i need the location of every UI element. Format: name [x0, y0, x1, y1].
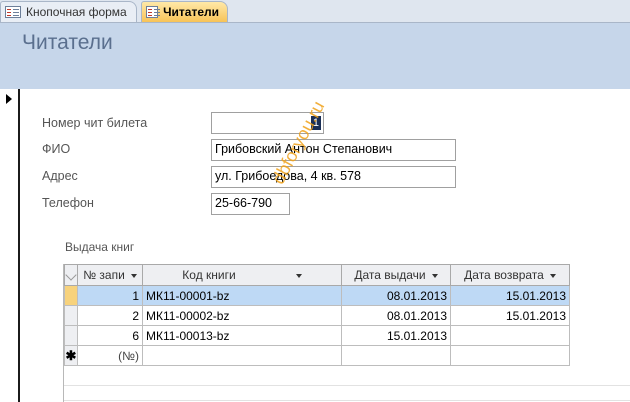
new-record-icon: ✱ — [64, 345, 78, 366]
chevron-down-icon[interactable] — [130, 273, 137, 278]
fio-field[interactable]: Грибовский Антон Степанович — [211, 139, 456, 161]
form-icon — [146, 6, 161, 18]
return-date-cell[interactable]: 15.01.2013 — [450, 305, 570, 326]
new-record-row[interactable]: ✱ (№) — [64, 345, 570, 366]
record-no-cell[interactable]: 2 — [77, 305, 143, 326]
table-row[interactable]: 1 МК11-00001-bz 08.01.2013 15.01.2013 — [64, 285, 570, 306]
row-selector[interactable] — [64, 305, 78, 326]
phone-field[interactable]: 25-66-790 — [211, 193, 290, 215]
row-selector[interactable] — [64, 285, 78, 306]
document-tab-strip: Кнопочная форма Читатели — [0, 0, 630, 23]
form-icon — [5, 6, 21, 18]
select-all-corner[interactable] — [64, 264, 78, 286]
issue-date-cell[interactable]: 08.01.2013 — [341, 285, 451, 306]
issue-date-cell[interactable] — [341, 345, 451, 366]
tab-readers[interactable]: Читатели — [141, 1, 228, 22]
return-date-cell[interactable]: 15.01.2013 — [450, 285, 570, 306]
table-header-row: № запи Код книги Дата выдачи Дата возвра… — [64, 264, 570, 286]
row-selector[interactable] — [64, 325, 78, 346]
book-code-cell[interactable]: МК11-00002-bz — [142, 305, 342, 326]
tab-label: Читатели — [163, 5, 219, 19]
book-code-cell[interactable]: МК11-00013-bz — [142, 325, 342, 346]
tab-label: Кнопочная форма — [26, 5, 127, 19]
column-header-label: Дата возврата — [464, 268, 544, 282]
issue-date-cell[interactable]: 15.01.2013 — [341, 325, 451, 346]
issued-books-subform[interactable]: № запи Код книги Дата выдачи Дата возвра… — [63, 264, 630, 402]
column-header-record-no[interactable]: № запи — [77, 264, 143, 286]
return-date-cell[interactable] — [450, 345, 570, 366]
column-header-label: Дата выдачи — [354, 268, 426, 282]
divider — [64, 400, 630, 401]
record-no-cell[interactable]: 1 — [77, 285, 143, 306]
select-all-icon — [65, 269, 77, 281]
return-date-cell[interactable] — [450, 325, 570, 346]
ticket-label: Номер чит билета — [42, 116, 148, 130]
table-row[interactable]: 2 МК11-00002-bz 08.01.2013 15.01.2013 — [64, 305, 570, 326]
form-title: Читатели — [22, 31, 113, 54]
chevron-down-icon[interactable] — [295, 273, 302, 278]
chevron-down-icon[interactable] — [549, 273, 556, 278]
column-header-label: № запи — [83, 268, 125, 282]
record-no-placeholder[interactable]: (№) — [77, 345, 143, 366]
phone-label: Телефон — [42, 196, 94, 210]
column-header-issue-date[interactable]: Дата выдачи — [341, 264, 451, 286]
record-selector[interactable] — [0, 89, 20, 402]
column-header-return-date[interactable]: Дата возврата — [450, 264, 570, 286]
address-label: Адрес — [42, 169, 78, 183]
issue-date-cell[interactable]: 08.01.2013 — [341, 305, 451, 326]
current-record-arrow-icon — [6, 94, 12, 104]
fio-label: ФИО — [42, 142, 71, 156]
tab-switchboard-form[interactable]: Кнопочная форма — [0, 1, 137, 22]
column-header-book-code[interactable]: Код книги — [142, 264, 342, 286]
record-no-cell[interactable]: 6 — [77, 325, 143, 346]
form-header: Читатели — [0, 23, 630, 89]
divider — [64, 385, 630, 386]
book-code-cell[interactable] — [142, 345, 342, 366]
issued-books-table: № запи Код книги Дата выдачи Дата возвра… — [64, 264, 570, 366]
address-field[interactable]: ул. Грибоедова, 4 кв. 578 — [211, 166, 456, 188]
chevron-down-icon[interactable] — [431, 273, 438, 278]
book-code-cell[interactable]: МК11-00001-bz — [142, 285, 342, 306]
table-row[interactable]: 6 МК11-00013-bz 15.01.2013 — [64, 325, 570, 346]
column-header-label: Код книги — [182, 268, 236, 282]
subform-label: Выдача книг — [65, 240, 135, 254]
